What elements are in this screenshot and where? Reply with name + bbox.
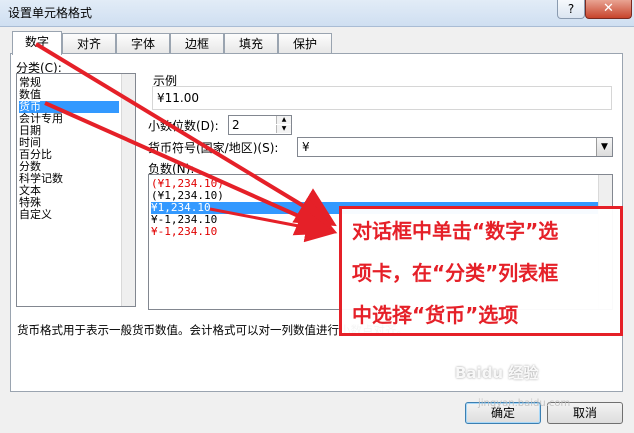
annotation-line: 对话框中单击“数字”选 (352, 219, 559, 243)
annotation-line: 中选择“货币”选项 (352, 303, 519, 327)
sample-value: ¥11.00 (157, 91, 199, 105)
watermark-logo: Baidu 经验 (455, 364, 539, 382)
annotation-line: 项卡，在“分类”列表框 (352, 261, 559, 285)
currency-symbol-label: 货币符号(国家/地区)(S): (148, 141, 279, 155)
watermark-url: jingyan.baidu.com (478, 398, 571, 409)
list-item[interactable]: ¥-1,234.10 (151, 226, 217, 238)
currency-symbol-value: ¥ (302, 140, 310, 154)
spin-down-icon[interactable]: ▼ (276, 125, 291, 133)
category-listbox[interactable]: 常规 数值 货币 会计专用 日期 时间 百分比 分数 科学记数 文本 特殊 自定… (16, 73, 136, 307)
sample-box: ¥11.00 (152, 86, 612, 110)
annotation-box: 对话框中单击“数字”选 项卡，在“分类”列表框 中选择“货币”选项 (339, 206, 623, 336)
decimals-label: 小数位数(D): (148, 119, 219, 133)
spin-up-icon[interactable]: ▲ (276, 116, 291, 124)
category-scrollbar[interactable] (121, 74, 135, 306)
decimals-value: 2 (232, 118, 240, 132)
currency-symbol-dropdown[interactable]: ¥ ▼ (297, 137, 613, 157)
chevron-down-icon[interactable]: ▼ (596, 138, 612, 156)
decimals-stepper[interactable]: 2 ▲ ▼ (228, 115, 292, 135)
list-item[interactable]: 自定义 (19, 209, 52, 221)
